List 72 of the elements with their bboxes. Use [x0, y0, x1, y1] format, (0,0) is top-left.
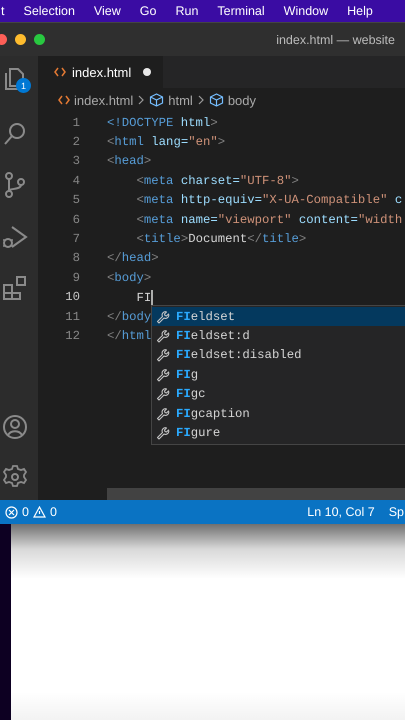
menu-item[interactable]: Window	[284, 4, 328, 18]
settings-icon[interactable]	[2, 464, 28, 490]
menu-item[interactable]: Selection	[23, 4, 75, 18]
code-line: <meta http-equiv="X-UA-Compatible" c	[136, 193, 402, 208]
warning-count[interactable]: 0	[50, 505, 57, 519]
line-number: 1	[72, 116, 80, 130]
menu-item[interactable]: Go	[140, 4, 156, 18]
code-line: <html lang="en">	[107, 135, 226, 150]
breadcrumb-item[interactable]: body	[228, 92, 256, 108]
suggestion-item[interactable]: FIgcaption	[152, 404, 405, 424]
code-file-icon	[58, 95, 70, 105]
line-number: 8	[72, 251, 80, 266]
minimize-button[interactable]	[15, 34, 26, 45]
code-line: </body	[107, 310, 152, 324]
cursor-position[interactable]: Ln 10, Col 7	[307, 505, 375, 519]
warning-icon	[32, 506, 46, 518]
menu-item[interactable]: View	[94, 4, 121, 18]
suggestion-item[interactable]: FIeldset:disabled	[152, 346, 405, 366]
wrench-icon	[156, 329, 170, 344]
menu-item[interactable]: t	[1, 4, 4, 18]
wrench-icon	[156, 310, 170, 324]
code-line: <body>	[107, 270, 152, 285]
status-item[interactable]: Sp	[388, 505, 404, 519]
code-line: <!DOCTYPE html>	[107, 116, 218, 130]
menu-item[interactable]: Help	[347, 4, 373, 18]
source-control-icon[interactable]	[2, 171, 28, 199]
wrench-icon	[156, 387, 170, 402]
code-line: <title>Document</title>	[136, 232, 306, 246]
code-line: <head>	[107, 154, 152, 168]
wrench-icon	[156, 406, 170, 421]
wrench-icon	[156, 426, 170, 440]
line-number: 7	[72, 232, 80, 246]
scrollbar[interactable]	[107, 488, 405, 500]
search-icon[interactable]	[2, 121, 28, 147]
line-number: 5	[72, 193, 80, 208]
suggestion-item[interactable]: FIeldset:d	[152, 326, 405, 346]
suggestion-item[interactable]: FIeldset	[152, 307, 405, 326]
line-number: 11	[64, 310, 80, 324]
menu-item[interactable]: Run	[175, 4, 198, 18]
cube-icon	[208, 93, 224, 107]
suggestion-item[interactable]: FIgc	[152, 384, 405, 404]
line-number: 3	[72, 154, 80, 168]
line-number: 6	[72, 212, 80, 227]
chevron-icon	[138, 95, 144, 105]
breadcrumb-item[interactable]: html	[168, 92, 193, 108]
window-title: index.html — website	[276, 32, 395, 46]
suggestion-item[interactable]: FIgure	[152, 423, 405, 443]
code-line: </html	[107, 328, 152, 343]
account-icon[interactable]	[2, 414, 28, 440]
breadcrumb-item[interactable]: index.html	[74, 92, 134, 108]
error-icon	[5, 506, 18, 518]
extensions-icon[interactable]	[2, 275, 28, 301]
zoom-button[interactable]	[34, 34, 45, 45]
error-count[interactable]: 0	[22, 505, 29, 519]
wrench-icon	[156, 348, 170, 362]
code-line: <meta charset="UTF-8">	[136, 174, 299, 188]
line-number: 4	[72, 174, 80, 188]
code-file-icon	[54, 67, 66, 77]
notification-badge: 1	[16, 78, 31, 93]
chevron-icon	[198, 95, 204, 105]
code-line: FI	[136, 290, 153, 305]
line-number: 2	[72, 135, 80, 150]
suggestion-item[interactable]: FIg	[152, 365, 405, 385]
code-line: </head>	[107, 251, 159, 266]
editor-tab[interactable]: index.html	[38, 56, 164, 88]
menu-item[interactable]: Terminal	[217, 4, 265, 18]
code-line: <meta name="viewport" content="width	[136, 212, 402, 227]
cube-icon	[149, 93, 164, 107]
line-number: 12	[64, 328, 80, 343]
wrench-icon	[156, 368, 170, 382]
line-number: 10	[64, 290, 80, 304]
line-number: 9	[72, 270, 80, 285]
